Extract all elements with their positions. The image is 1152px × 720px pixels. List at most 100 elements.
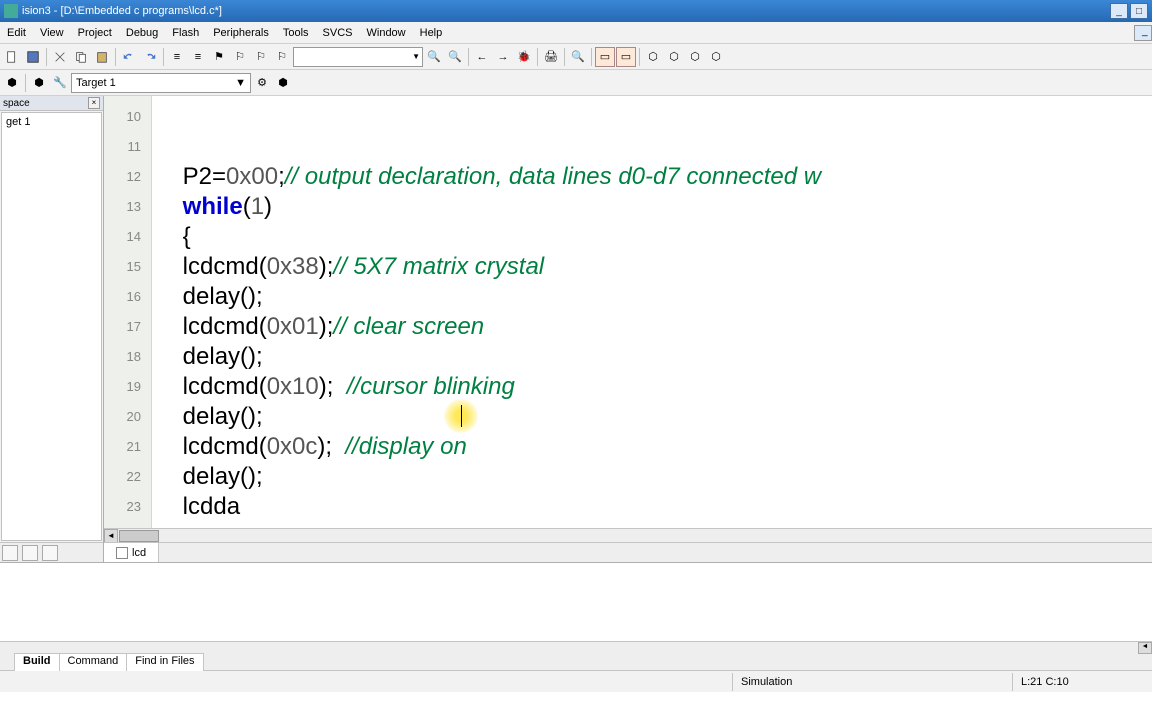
- menu-window[interactable]: Window: [360, 27, 413, 39]
- menu-project[interactable]: Project: [71, 27, 119, 39]
- line-number: 23: [104, 492, 151, 522]
- redo-button[interactable]: [140, 47, 160, 67]
- find-button[interactable]: 🔍: [424, 47, 444, 67]
- code-line[interactable]: delay();: [156, 342, 1152, 372]
- workspace-close-button[interactable]: ×: [88, 97, 100, 109]
- code-line[interactable]: lcdda: [156, 492, 1152, 522]
- file-tabs: lcd: [104, 542, 1152, 562]
- flash-button[interactable]: ⬢: [273, 73, 293, 93]
- menu-edit[interactable]: Edit: [0, 27, 33, 39]
- debug-button[interactable]: 🐞: [514, 47, 534, 67]
- line-number: 22: [104, 462, 151, 492]
- maximize-button[interactable]: □: [1130, 3, 1148, 19]
- menu-view[interactable]: View: [33, 27, 71, 39]
- new-button[interactable]: [2, 47, 22, 67]
- line-number: 11: [104, 132, 151, 162]
- code-line[interactable]: delay();: [156, 462, 1152, 492]
- save-button[interactable]: [23, 47, 43, 67]
- line-number: 21: [104, 432, 151, 462]
- target-options-button[interactable]: ⚙: [252, 73, 272, 93]
- code-line[interactable]: delay();: [156, 402, 1152, 432]
- menu-tools[interactable]: Tools: [276, 27, 316, 39]
- scroll-thumb[interactable]: [119, 530, 159, 542]
- code-line[interactable]: [156, 522, 1152, 528]
- code-line[interactable]: lcdcmd(0x38);// 5X7 matrix crystal: [156, 252, 1152, 282]
- bookmark-clear-button[interactable]: ⚐: [272, 47, 292, 67]
- tool-button-1[interactable]: ⬡: [643, 47, 663, 67]
- line-number: 20: [104, 402, 151, 432]
- scroll-track[interactable]: [159, 529, 1152, 543]
- menu-debug[interactable]: Debug: [119, 27, 165, 39]
- code-line[interactable]: lcdcmd(0x01);// clear screen: [156, 312, 1152, 342]
- minimize-button[interactable]: _: [1110, 3, 1128, 19]
- output-tab-find[interactable]: Find in Files: [127, 653, 203, 671]
- find-combo[interactable]: ▼: [293, 47, 423, 67]
- bookmark-prev-button[interactable]: ⚐: [251, 47, 271, 67]
- window-button-1[interactable]: ▭: [595, 47, 615, 67]
- ws-tab-2[interactable]: [22, 545, 38, 561]
- main-area: space × get 1 10111213141516171819202122…: [0, 96, 1152, 562]
- app-icon: [4, 4, 18, 18]
- tool-button-4[interactable]: ⬡: [706, 47, 726, 67]
- code-line[interactable]: lcdcmd(0x10); //cursor blinking: [156, 372, 1152, 402]
- print-button[interactable]: 🖨: [541, 47, 561, 67]
- indent-button[interactable]: ≡: [167, 47, 187, 67]
- code-editor: 1011121314151617181920212223 P2=0x00;// …: [104, 96, 1152, 562]
- scroll-left-icon[interactable]: ◄: [1138, 642, 1152, 654]
- tree-node-target[interactable]: get 1: [4, 115, 99, 129]
- chevron-down-icon: ▼: [235, 77, 246, 89]
- project-tree[interactable]: get 1: [1, 112, 102, 541]
- paste-button[interactable]: [92, 47, 112, 67]
- line-gutter: 1011121314151617181920212223: [104, 96, 152, 528]
- code-line[interactable]: delay();: [156, 282, 1152, 312]
- code-line[interactable]: P2=0x00;// output declaration, data line…: [156, 162, 1152, 192]
- copy-button[interactable]: [71, 47, 91, 67]
- build-toolbar: ⬢ ⬢ 🔧 Target 1 ▼ ⚙ ⬢: [0, 70, 1152, 96]
- line-number: 13: [104, 192, 151, 222]
- output-tab-build[interactable]: Build: [14, 653, 60, 671]
- code-line[interactable]: while(1): [156, 192, 1152, 222]
- menu-help[interactable]: Help: [413, 27, 450, 39]
- output-tab-command[interactable]: Command: [60, 653, 128, 671]
- nav-back-button[interactable]: ←: [472, 47, 492, 67]
- cut-button[interactable]: [50, 47, 70, 67]
- rebuild-button[interactable]: ⬢: [29, 73, 49, 93]
- code-line[interactable]: lcdcmd(0x0c); //display on: [156, 432, 1152, 462]
- tool-button-2[interactable]: ⬡: [664, 47, 684, 67]
- window-button-2[interactable]: ▭: [616, 47, 636, 67]
- inner-min-button[interactable]: _: [1134, 25, 1152, 41]
- save-icon: [26, 50, 40, 64]
- menu-peripherals[interactable]: Peripherals: [206, 27, 276, 39]
- file-tab-label: lcd: [132, 547, 146, 559]
- nav-forward-button[interactable]: →: [493, 47, 513, 67]
- outdent-button[interactable]: ≡: [188, 47, 208, 67]
- code-content[interactable]: P2=0x00;// output declaration, data line…: [152, 96, 1152, 528]
- undo-icon: [122, 50, 136, 64]
- cut-icon: [53, 50, 67, 64]
- redo-icon: [143, 50, 157, 64]
- menu-svcs[interactable]: SVCS: [316, 27, 360, 39]
- file-tab-lcd[interactable]: lcd: [104, 543, 159, 562]
- build-button[interactable]: ⬢: [2, 73, 22, 93]
- bookmark-next-button[interactable]: ⚐: [230, 47, 250, 67]
- tool-button-3[interactable]: ⬡: [685, 47, 705, 67]
- text-cursor: [444, 399, 478, 433]
- target-selector[interactable]: Target 1 ▼: [71, 73, 251, 93]
- options-button[interactable]: 🔧: [50, 73, 70, 93]
- undo-button[interactable]: [119, 47, 139, 67]
- output-content[interactable]: [0, 563, 1152, 641]
- line-number: 15: [104, 252, 151, 282]
- ws-tab-1[interactable]: [2, 545, 18, 561]
- workspace-tabs: [0, 542, 103, 562]
- line-number: 19: [104, 372, 151, 402]
- menu-flash[interactable]: Flash: [165, 27, 206, 39]
- zoom-button[interactable]: 🔍: [568, 47, 588, 67]
- scroll-left-button[interactable]: ◄: [104, 529, 118, 543]
- bookmark-button[interactable]: ⚑: [209, 47, 229, 67]
- line-number: 12: [104, 162, 151, 192]
- find-next-button[interactable]: 🔍: [445, 47, 465, 67]
- horizontal-scrollbar[interactable]: ◄: [104, 528, 1152, 542]
- workspace-title-bar: space ×: [0, 96, 103, 111]
- ws-tab-3[interactable]: [42, 545, 58, 561]
- code-line[interactable]: {: [156, 222, 1152, 252]
